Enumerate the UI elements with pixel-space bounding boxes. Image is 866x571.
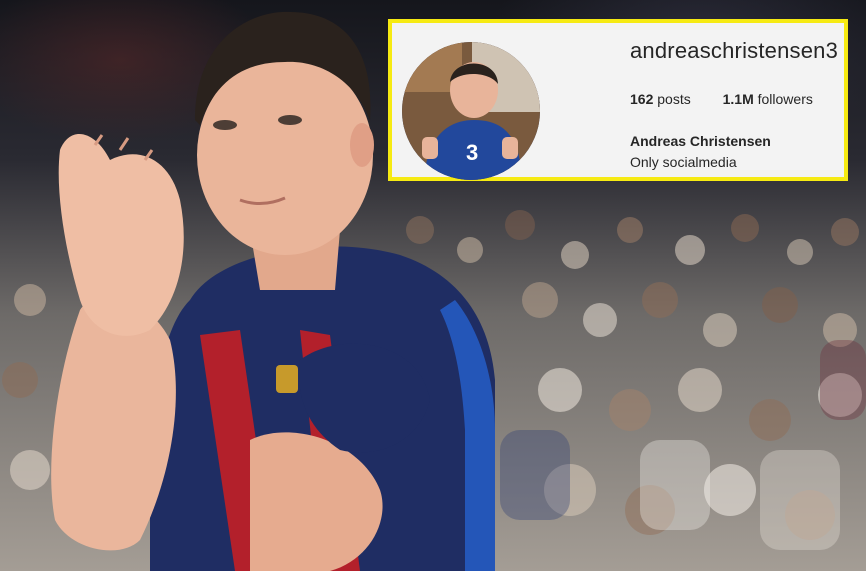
profile-bio: Only socialmedia <box>630 154 737 170</box>
posts-count: 162 <box>630 91 654 107</box>
posts-stat[interactable]: 162 posts <box>630 91 691 107</box>
posts-label: posts <box>657 91 691 107</box>
avatar-image: 3 <box>402 42 540 180</box>
profile-username[interactable]: andreaschristensen3 <box>630 38 838 64</box>
followers-count: 1.1M <box>722 91 754 107</box>
followers-stat[interactable]: 1.1M followers <box>723 91 813 107</box>
instagram-profile-card: 3 andreaschristensen3 162 posts 1.1M fol… <box>388 19 848 181</box>
profile-avatar[interactable]: 3 <box>402 42 540 180</box>
profile-full-name: Andreas Christensen <box>630 133 771 149</box>
followers-label: followers <box>757 91 813 107</box>
profile-stats: 162 posts 1.1M followers <box>630 91 841 107</box>
svg-text:3: 3 <box>466 140 478 165</box>
